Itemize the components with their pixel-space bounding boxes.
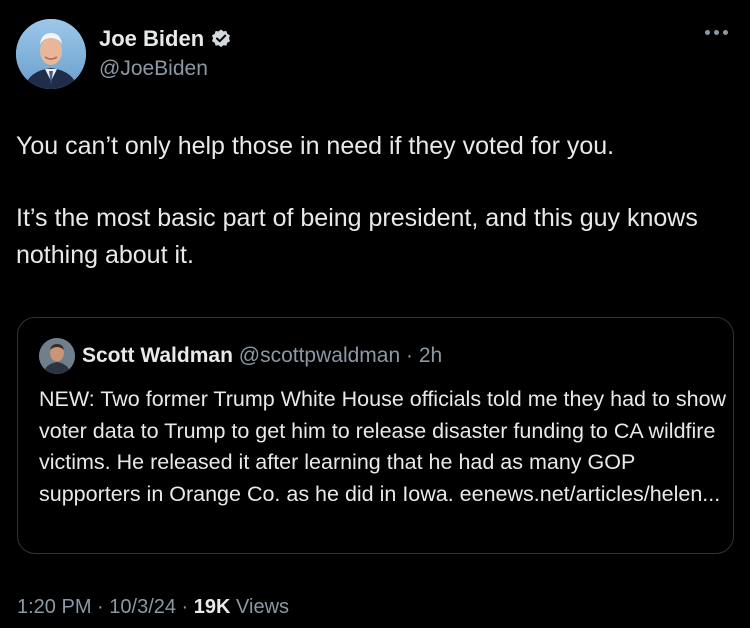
- tweet-paragraph: You can’t only help those in need if the…: [16, 132, 615, 160]
- tweet-text: You can’t only help those in need if the…: [16, 128, 736, 274]
- tweet-date[interactable]: 10/3/24: [109, 596, 176, 618]
- quoted-tweet-header: Scott Waldman @scottpwaldman · 2h: [82, 344, 442, 368]
- more-options-icon[interactable]: [705, 30, 728, 35]
- tweet-footer: 1:20 PM · 10/3/24 · 19K Views: [17, 596, 289, 619]
- tweet: Joe Biden @JoeBiden You can’t only help …: [0, 0, 750, 628]
- quoted-author-handle[interactable]: @scottpwaldman: [239, 344, 400, 367]
- verified-badge-icon[interactable]: [210, 28, 232, 50]
- quoted-tweet-card[interactable]: Scott Waldman @scottpwaldman · 2h NEW: T…: [17, 317, 734, 554]
- quoted-tweet-time[interactable]: 2h: [419, 344, 442, 367]
- footer-separator: ·: [91, 596, 110, 618]
- quoted-meta-separator: ·: [400, 344, 419, 367]
- footer-separator: ·: [176, 596, 194, 618]
- tweet-paragraph: It’s the most basic part of being presid…: [16, 204, 698, 269]
- tweet-time[interactable]: 1:20 PM: [17, 596, 91, 618]
- author-avatar-image: [16, 19, 86, 89]
- quoted-author-name[interactable]: Scott Waldman: [82, 344, 233, 367]
- author-name-row: Joe Biden: [99, 26, 232, 52]
- author-avatar[interactable]: [16, 19, 86, 89]
- quoted-author-avatar[interactable]: [39, 338, 75, 374]
- author-handle[interactable]: @JoeBiden: [99, 57, 208, 81]
- views-count[interactable]: 19K: [194, 596, 231, 618]
- quoted-tweet-text: NEW: Two former Trump White House offici…: [39, 387, 727, 506]
- author-name[interactable]: Joe Biden: [99, 26, 204, 52]
- views-label: Views: [230, 596, 290, 618]
- quoted-author-avatar-image: [39, 338, 75, 374]
